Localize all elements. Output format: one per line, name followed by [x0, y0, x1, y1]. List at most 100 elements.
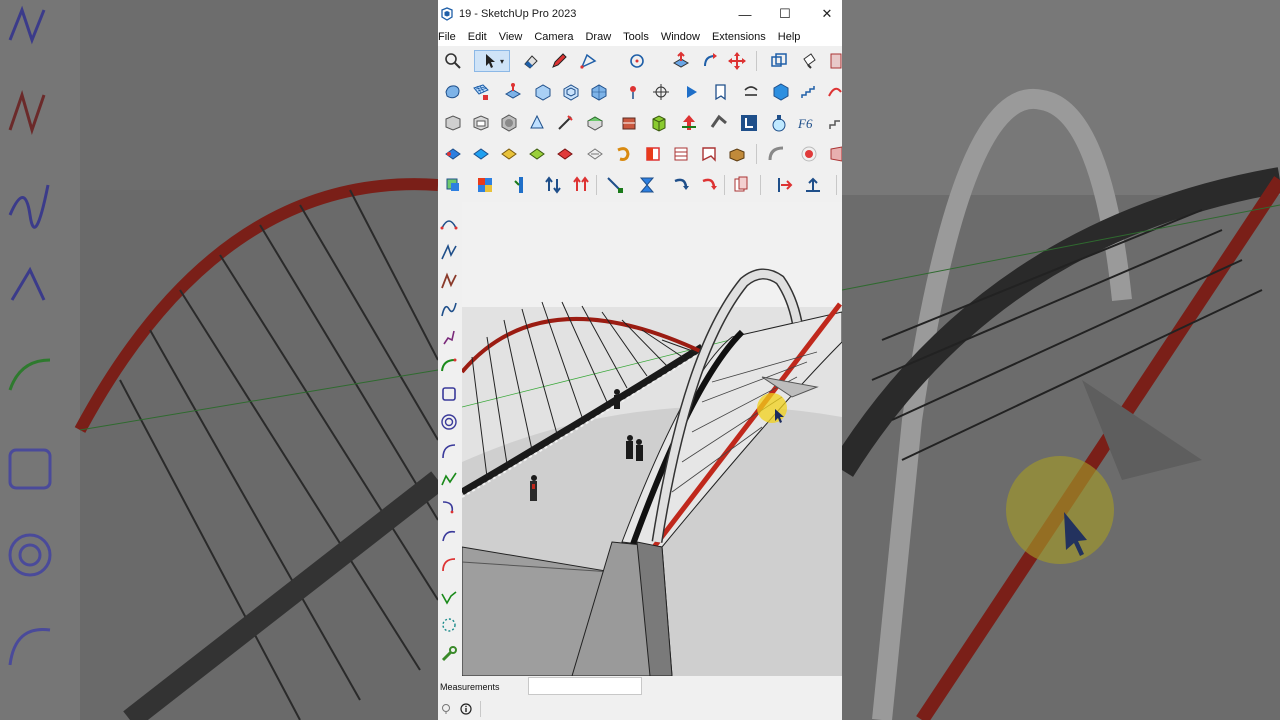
offset-icon[interactable]	[560, 81, 582, 103]
cone-icon[interactable]	[526, 112, 548, 134]
rows-icon[interactable]	[670, 143, 692, 165]
hourglass-icon[interactable]	[636, 174, 658, 196]
grid-icon[interactable]	[470, 81, 492, 103]
arrow-right-red-icon[interactable]	[774, 174, 796, 196]
push-pull-icon[interactable]	[670, 50, 692, 72]
arrows-red-icon[interactable]	[570, 174, 592, 196]
minimize-button[interactable]: —	[724, 0, 766, 28]
copy-red-icon[interactable]	[730, 174, 752, 196]
curve-tool-icon[interactable]	[440, 498, 458, 516]
texture-icon[interactable]	[618, 112, 640, 134]
play-icon[interactable]	[680, 81, 702, 103]
wrench-icon[interactable]	[440, 645, 458, 663]
pencil-icon[interactable]	[548, 50, 570, 72]
info-icon[interactable]	[460, 703, 472, 715]
curve2-tool-icon[interactable]	[440, 527, 458, 545]
rotate-blue-icon[interactable]	[670, 174, 692, 196]
geolocation-icon[interactable]	[440, 703, 452, 715]
red-dot-icon[interactable]	[798, 143, 820, 165]
menu-file[interactable]: File	[438, 31, 456, 43]
edit-icon[interactable]	[554, 112, 576, 134]
rotate-red-icon[interactable]	[698, 174, 720, 196]
scale-icon[interactable]	[768, 50, 790, 72]
arc-icon[interactable]	[766, 143, 788, 165]
component-icon[interactable]	[710, 81, 732, 103]
measurements-field[interactable]	[528, 677, 642, 695]
menu-draw[interactable]: Draw	[585, 31, 611, 43]
menu-tools[interactable]: Tools	[623, 31, 649, 43]
close-button[interactable]: ✕	[806, 0, 842, 28]
arc-tool-icon[interactable]	[440, 214, 458, 232]
stair2-icon[interactable]	[826, 112, 842, 134]
green-arc-icon[interactable]	[440, 356, 458, 374]
green-zigzag-icon[interactable]	[440, 470, 458, 488]
menu-help[interactable]: Help	[778, 31, 801, 43]
curl-icon[interactable]	[612, 143, 634, 165]
blue-bars-icon[interactable]	[508, 174, 530, 196]
bend-icon[interactable]	[708, 112, 730, 134]
drawing-viewport[interactable]	[462, 202, 842, 676]
box2-icon[interactable]	[470, 112, 492, 134]
color-cube-icon[interactable]	[474, 174, 496, 196]
blue-tool-icon[interactable]	[738, 112, 760, 134]
green-box-icon[interactable]	[648, 112, 670, 134]
menu-extensions[interactable]: Extensions	[712, 31, 766, 43]
surface-icon[interactable]	[588, 81, 610, 103]
paint-icon[interactable]	[798, 50, 820, 72]
spline-tool-icon[interactable]	[440, 328, 458, 346]
circle-dots-icon[interactable]	[440, 616, 458, 634]
zoom-icon[interactable]	[442, 50, 464, 72]
red-arrow-icon[interactable]	[678, 112, 700, 134]
menu-edit[interactable]: Edit	[468, 31, 487, 43]
cube-green-icon[interactable]	[584, 112, 606, 134]
select-icon[interactable]: ▾	[474, 50, 510, 72]
bezier-tool-icon[interactable]	[440, 243, 458, 261]
sphere-solid-icon[interactable]	[498, 112, 520, 134]
blurred-bridge-left	[0, 0, 438, 720]
move-icon[interactable]	[726, 50, 748, 72]
pin-icon[interactable]	[622, 81, 644, 103]
solid-tools-icon[interactable]	[442, 81, 464, 103]
green-check-icon[interactable]	[440, 588, 458, 606]
diamond-blue2-icon[interactable]	[470, 143, 492, 165]
arrow-up-blue-icon[interactable]	[802, 174, 824, 196]
spiral-tool-icon[interactable]	[440, 413, 458, 431]
red-arc-icon[interactable]	[440, 555, 458, 573]
layer-tool-icon[interactable]	[442, 174, 464, 196]
arc2-tool-icon[interactable]	[440, 442, 458, 460]
shell-icon[interactable]	[532, 81, 554, 103]
tag-icon[interactable]	[740, 81, 762, 103]
diamond-blue-icon[interactable]	[442, 143, 464, 165]
stair-icon[interactable]	[798, 81, 820, 103]
brick-icon[interactable]	[726, 143, 748, 165]
diagonal-icon[interactable]	[604, 174, 626, 196]
menu-window[interactable]: Window	[661, 31, 700, 43]
eraser-icon[interactable]	[520, 50, 542, 72]
follow-me-icon[interactable]	[700, 50, 722, 72]
shape-icon[interactable]	[826, 143, 842, 165]
menu-view[interactable]: View	[499, 31, 523, 43]
rect-tool-icon[interactable]	[440, 385, 458, 403]
toolbar-row-5	[438, 170, 842, 200]
circle-dropdown-icon[interactable]	[626, 50, 648, 72]
diamond-red-icon[interactable]	[554, 143, 576, 165]
maximize-button[interactable]: ☐	[764, 0, 806, 28]
section-icon[interactable]	[650, 81, 672, 103]
outliner-icon[interactable]	[826, 50, 842, 72]
polyline-tool-icon[interactable]	[440, 300, 458, 318]
menu-camera[interactable]: Camera	[534, 31, 573, 43]
font-icon[interactable]: F6	[796, 112, 818, 134]
flask-icon[interactable]	[768, 112, 790, 134]
freehand-tool-icon[interactable]	[440, 272, 458, 290]
extrude-icon[interactable]	[502, 81, 524, 103]
diamond-yellow-icon[interactable]	[498, 143, 520, 165]
diamond-green-icon[interactable]	[526, 143, 548, 165]
diamond-outline-icon[interactable]	[584, 143, 606, 165]
arrows-updown-icon[interactable]	[542, 174, 564, 196]
curve-icon[interactable]	[826, 81, 842, 103]
box-icon[interactable]	[442, 112, 464, 134]
sphere-icon[interactable]	[770, 81, 792, 103]
line-dropdown-icon[interactable]	[578, 50, 600, 72]
red-square-icon[interactable]	[642, 143, 664, 165]
flag-icon[interactable]	[698, 143, 720, 165]
